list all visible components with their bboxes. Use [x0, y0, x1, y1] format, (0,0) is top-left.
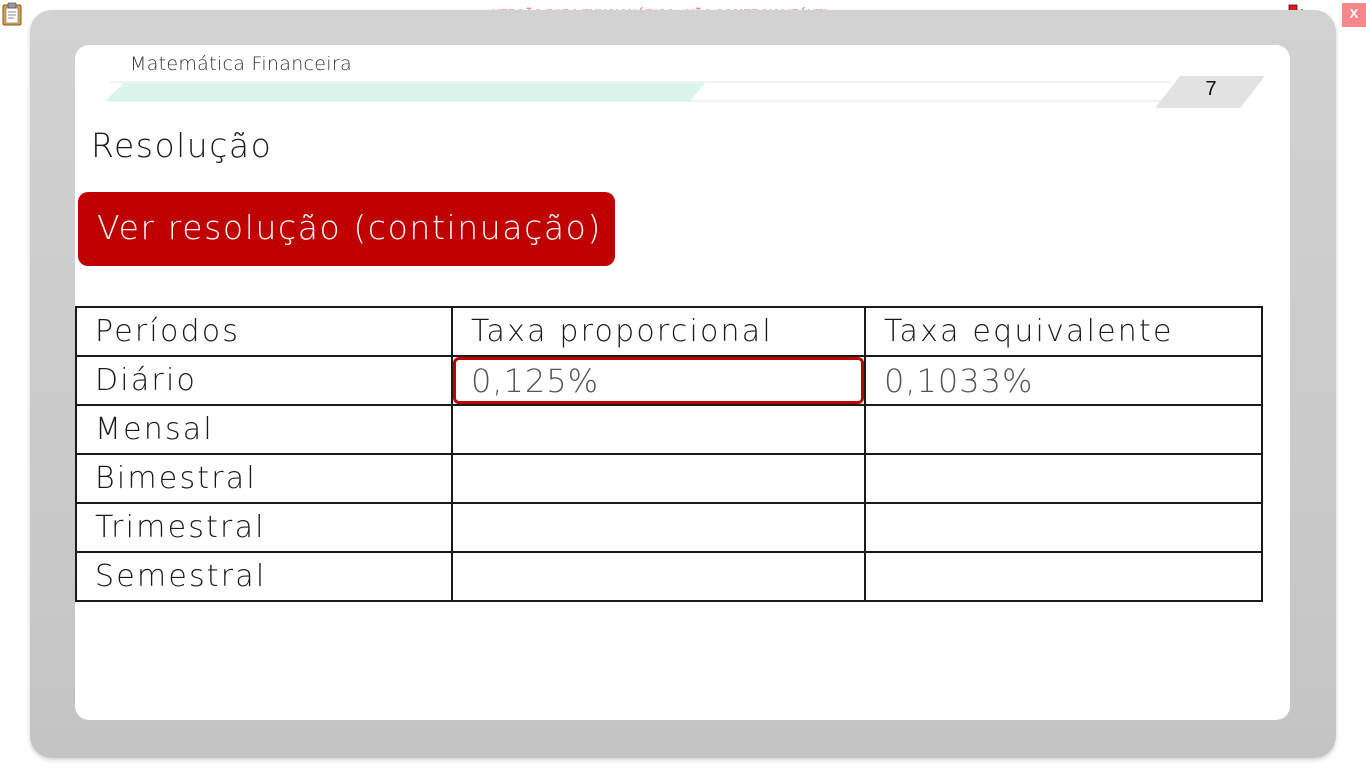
page-number: 7: [1205, 78, 1217, 100]
proportional-cell: [451, 502, 866, 553]
period-cell: Bimestral: [75, 453, 453, 504]
view-resolution-button[interactable]: Ver resolução (continuação): [78, 192, 615, 266]
header-equivalent-rate: Taxa equivalente: [864, 306, 1263, 357]
table-row: Diário 0,125% 0,1033%: [75, 355, 1263, 406]
rates-table: Períodos Taxa proporcional Taxa equivale…: [75, 306, 1263, 602]
proportional-cell: [451, 404, 866, 455]
proportional-cell: 0,125%: [451, 355, 866, 406]
period-cell: Semestral: [75, 551, 453, 602]
table-row: Mensal: [75, 404, 1263, 455]
period-cell: Trimestral: [75, 502, 453, 553]
equivalent-cell: [864, 404, 1263, 455]
table-row: Trimestral: [75, 502, 1263, 553]
proportional-cell: [451, 453, 866, 504]
page-title: Resolução: [91, 126, 273, 165]
clipboard-icon[interactable]: [2, 2, 22, 26]
header-proportional-rate: Taxa proporcional: [451, 306, 866, 357]
header-stripe: [105, 76, 1265, 108]
proportional-cell: [451, 551, 866, 602]
table-row: Semestral: [75, 551, 1263, 602]
header-periods: Períodos: [75, 306, 453, 357]
equivalent-cell: 0,1033%: [864, 355, 1263, 406]
equivalent-cell: [864, 502, 1263, 553]
course-title: Matemática Financeira: [130, 53, 352, 75]
table-header-row: Períodos Taxa proporcional Taxa equivale…: [75, 306, 1263, 357]
proportional-value: 0,125%: [471, 361, 600, 400]
close-button[interactable]: X: [1342, 3, 1366, 27]
period-cell: Diário: [75, 355, 453, 406]
table-row: Bimestral: [75, 453, 1263, 504]
equivalent-cell: [864, 551, 1263, 602]
period-cell: Mensal: [75, 404, 453, 455]
equivalent-cell: [864, 453, 1263, 504]
